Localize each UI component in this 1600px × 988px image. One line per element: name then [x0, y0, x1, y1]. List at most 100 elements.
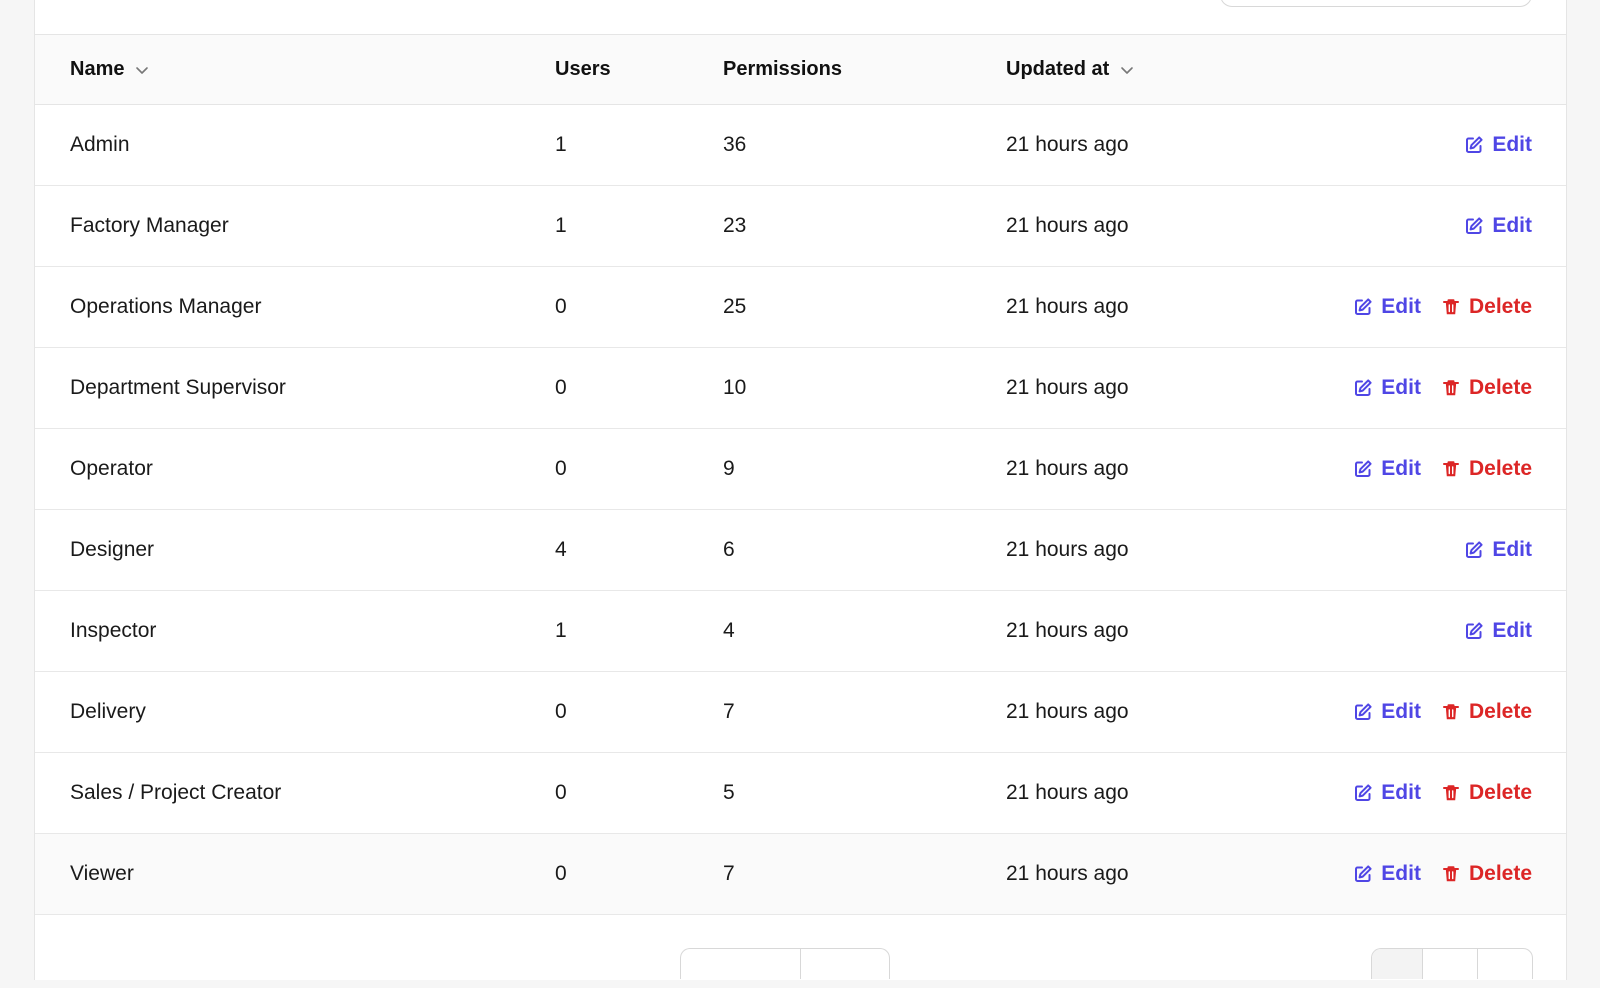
role-updated-at: 21 hours ago [1006, 538, 1129, 561]
table-footer [35, 948, 1566, 988]
role-permissions-count: 23 [723, 214, 747, 237]
delete-button-label: Delete [1468, 376, 1532, 399]
edit-button[interactable]: Edit [1353, 781, 1421, 805]
row-actions: Edit Delete [1353, 457, 1532, 481]
table-row[interactable]: Factory Manager 1 23 21 hours ago Edit [35, 186, 1566, 267]
trash-icon [1442, 461, 1459, 477]
row-actions: Edit Delete [1353, 376, 1532, 400]
table-row[interactable]: Operator 0 9 21 hours ago Edit Delete [35, 429, 1566, 510]
trash-icon [1442, 380, 1459, 396]
role-updated-at: 21 hours ago [1006, 295, 1129, 318]
row-actions: Edit Delete [1353, 862, 1532, 886]
column-header-updated-at[interactable]: Updated at [1006, 58, 1135, 81]
chevron-down-icon [136, 66, 149, 74]
table-row[interactable]: Department Supervisor 0 10 21 hours ago … [35, 348, 1566, 429]
role-users-count: 0 [555, 295, 567, 318]
per-page-select[interactable] [680, 948, 890, 979]
role-updated-at: 21 hours ago [1006, 457, 1129, 480]
role-permissions-count: 5 [723, 781, 735, 804]
pencil-square-icon [1466, 136, 1483, 153]
edit-button[interactable]: Edit [1353, 457, 1421, 481]
delete-button-label: Delete [1468, 862, 1532, 885]
row-actions: Edit [1464, 133, 1532, 157]
pencil-square-icon [1355, 784, 1372, 801]
edit-button-label: Edit [1381, 862, 1421, 885]
role-updated-at: 21 hours ago [1006, 700, 1129, 723]
delete-button[interactable]: Delete [1441, 862, 1532, 886]
delete-button[interactable]: Delete [1441, 781, 1532, 805]
role-name: Department Supervisor [70, 376, 286, 399]
role-name: Operations Manager [70, 295, 262, 318]
role-updated-at: 21 hours ago [1006, 619, 1129, 642]
row-actions: Edit [1464, 214, 1532, 238]
table-row[interactable]: Designer 4 6 21 hours ago Edit [35, 510, 1566, 591]
role-permissions-count: 7 [723, 862, 735, 885]
role-users-count: 0 [555, 862, 567, 885]
role-users-count: 1 [555, 133, 567, 156]
pagination-prev-button[interactable] [1372, 949, 1423, 979]
table-row[interactable]: Delivery 0 7 21 hours ago Edit Delete [35, 672, 1566, 753]
role-updated-at: 21 hours ago [1006, 214, 1129, 237]
table-row[interactable]: Sales / Project Creator 0 5 21 hours ago… [35, 753, 1566, 834]
table-body: Admin 1 36 21 hours ago Edit Factory Man… [35, 105, 1566, 915]
row-actions: Edit Delete [1353, 295, 1532, 319]
delete-button-label: Delete [1468, 700, 1532, 723]
role-users-count: 0 [555, 700, 567, 723]
table-row[interactable]: Viewer 0 7 21 hours ago Edit Delete [35, 834, 1566, 915]
trash-icon [1442, 866, 1459, 882]
trash-icon [1442, 785, 1459, 801]
role-name: Sales / Project Creator [70, 781, 282, 804]
edit-button-label: Edit [1492, 538, 1532, 561]
role-permissions-count: 6 [723, 538, 735, 561]
delete-button[interactable]: Delete [1441, 700, 1532, 724]
role-permissions-count: 36 [723, 133, 747, 156]
role-permissions-count: 9 [723, 457, 735, 480]
search-input[interactable] [1220, 0, 1532, 7]
pagination[interactable] [1371, 948, 1533, 979]
column-header-name[interactable]: Name [70, 58, 150, 81]
role-permissions-count: 10 [723, 376, 747, 399]
role-name: Inspector [70, 619, 157, 642]
role-updated-at: 21 hours ago [1006, 376, 1129, 399]
delete-button[interactable]: Delete [1441, 295, 1532, 319]
role-permissions-count: 7 [723, 700, 735, 723]
edit-button[interactable]: Edit [1353, 295, 1421, 319]
role-users-count: 1 [555, 214, 567, 237]
edit-button-label: Edit [1492, 133, 1532, 156]
table-row[interactable]: Operations Manager 0 25 21 hours ago Edi… [35, 267, 1566, 348]
edit-button[interactable]: Edit [1464, 214, 1532, 238]
edit-button[interactable]: Edit [1353, 862, 1421, 886]
column-header-updated-label: Updated at [1006, 58, 1110, 80]
row-actions: Edit [1464, 538, 1532, 562]
edit-button-label: Edit [1381, 700, 1421, 723]
role-users-count: 0 [555, 376, 567, 399]
delete-button[interactable]: Delete [1441, 376, 1532, 400]
column-header-permissions: Permissions [723, 58, 842, 80]
edit-button[interactable]: Edit [1353, 700, 1421, 724]
pencil-square-icon [1466, 622, 1483, 639]
edit-button-label: Edit [1381, 295, 1421, 318]
edit-button-label: Edit [1381, 376, 1421, 399]
row-actions: Edit Delete [1353, 781, 1532, 805]
edit-button[interactable]: Edit [1464, 133, 1532, 157]
delete-button-label: Delete [1468, 781, 1532, 804]
delete-button-label: Delete [1468, 295, 1532, 318]
role-name: Viewer [70, 862, 134, 885]
pencil-square-icon [1466, 541, 1483, 558]
edit-button[interactable]: Edit [1464, 538, 1532, 562]
edit-button-label: Edit [1381, 457, 1421, 480]
edit-button[interactable]: Edit [1353, 376, 1421, 400]
edit-button-label: Edit [1492, 214, 1532, 237]
column-header-name-label: Name [70, 58, 125, 80]
role-permissions-count: 4 [723, 619, 735, 642]
edit-button-label: Edit [1492, 619, 1532, 642]
role-users-count: 0 [555, 781, 567, 804]
edit-button[interactable]: Edit [1464, 619, 1532, 643]
table-row[interactable]: Admin 1 36 21 hours ago Edit [35, 105, 1566, 186]
delete-button[interactable]: Delete [1441, 457, 1532, 481]
pencil-square-icon [1355, 298, 1372, 315]
delete-button-label: Delete [1468, 457, 1532, 480]
table-row[interactable]: Inspector 1 4 21 hours ago Edit [35, 591, 1566, 672]
role-users-count: 0 [555, 457, 567, 480]
role-name: Designer [70, 538, 155, 561]
